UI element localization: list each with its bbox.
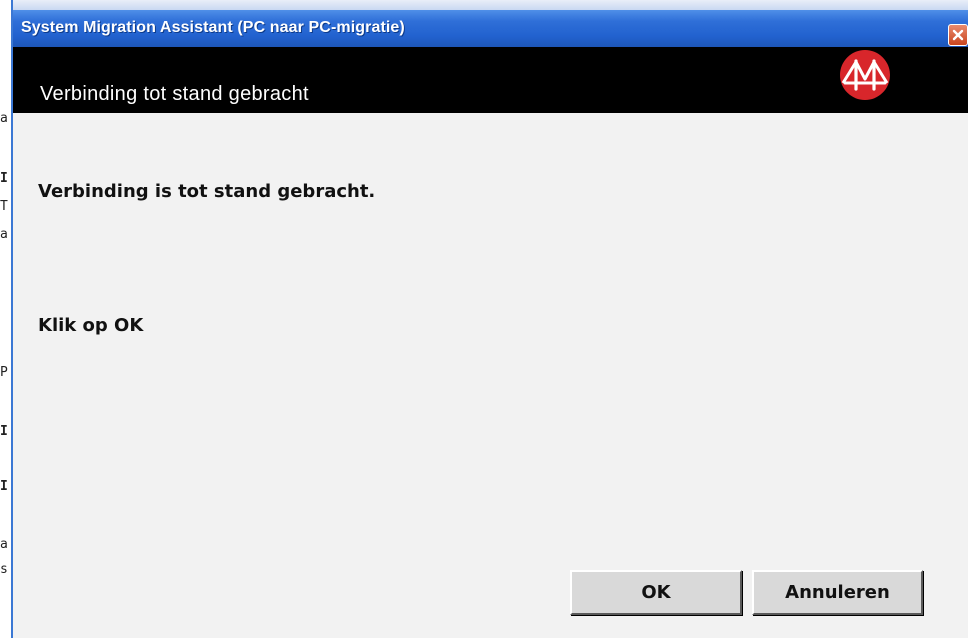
screen: a I T a P I I a s System Migration Assis…: [0, 0, 968, 638]
background-char: a: [0, 227, 8, 242]
connection-status-message: Verbinding is tot stand gebracht.: [38, 181, 376, 202]
close-icon: [952, 29, 964, 41]
titlebar-top-edge: [13, 0, 968, 10]
background-char: P: [0, 365, 8, 380]
background-char: T: [0, 199, 8, 214]
window-title: System Migration Assistant (PC naar PC-m…: [21, 19, 405, 36]
dialog-header: Verbinding tot stand gebracht: [13, 47, 968, 113]
close-button[interactable]: [948, 24, 968, 46]
titlebar[interactable]: System Migration Assistant (PC naar PC-m…: [13, 10, 968, 47]
background-char: I: [0, 479, 8, 494]
migration-bridge-logo-icon: [840, 50, 890, 100]
header-title: Verbinding tot stand gebracht: [40, 83, 309, 105]
instruction-text: Klik op OK: [38, 315, 144, 336]
background-char: s: [0, 562, 8, 577]
background-char: a: [0, 111, 8, 126]
background-char: I: [0, 424, 8, 439]
background-char: a: [0, 537, 8, 552]
background-char: I: [0, 171, 8, 186]
ok-button[interactable]: OK: [570, 570, 742, 615]
dialog-body: Verbinding is tot stand gebracht. Klik o…: [13, 113, 968, 638]
cancel-button[interactable]: Annuleren: [752, 570, 923, 615]
migration-dialog: System Migration Assistant (PC naar PC-m…: [11, 0, 968, 638]
